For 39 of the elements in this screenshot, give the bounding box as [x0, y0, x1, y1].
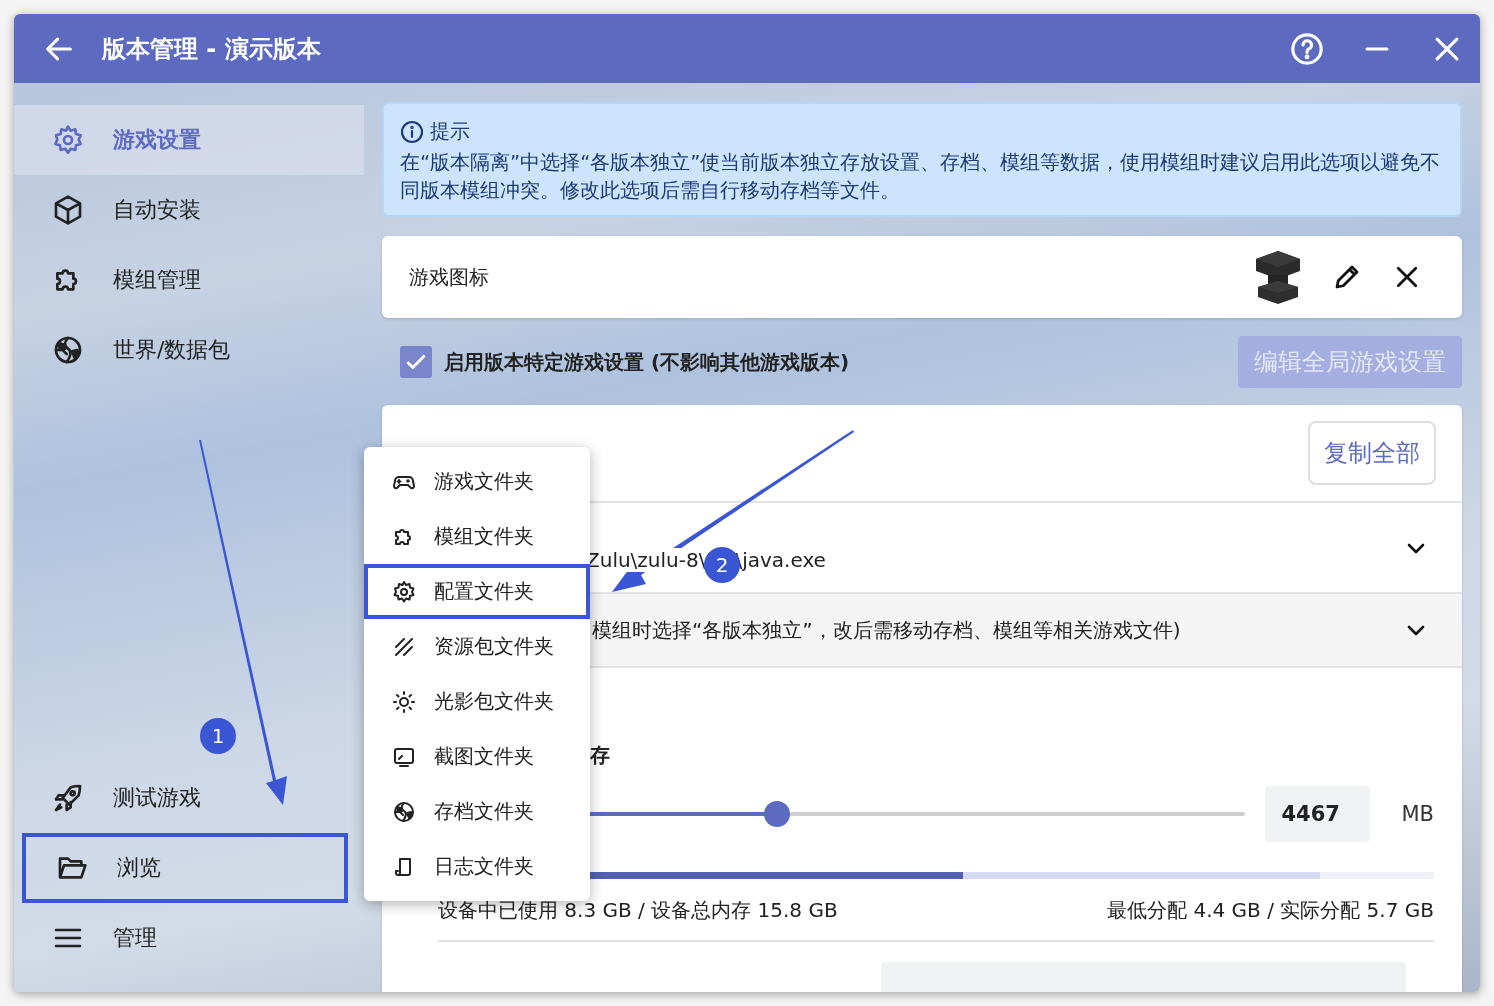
slider-thumb[interactable] [764, 801, 791, 827]
input-field[interactable] [881, 962, 1406, 992]
checkbox-label: 启用版本特定游戏设置 (不影响其他游戏版本) [444, 348, 851, 376]
gear-icon [392, 579, 416, 604]
menu-item[interactable]: 游戏文件夹 [364, 454, 590, 509]
cube-icon [52, 194, 84, 226]
gear-icon [52, 124, 84, 156]
menu-item[interactable]: 资源包文件夹 [364, 619, 590, 674]
memory-input-field[interactable]: 4467 [1265, 786, 1371, 842]
memory-usage-text: 设备中已使用 8.3 GB / 设备总内存 15.8 GB [438, 897, 838, 924]
sun-icon [392, 689, 416, 714]
menu-item[interactable]: 存档文件夹 [364, 784, 590, 839]
sidebar-item[interactable]: 浏览 [22, 833, 348, 903]
sidebar-item[interactable]: 模组管理 [14, 245, 364, 315]
globe-icon [52, 334, 84, 366]
menu-item[interactable]: 模组文件夹 [364, 509, 590, 564]
menu-item[interactable]: 配置文件夹 [364, 564, 590, 619]
globe-icon [392, 799, 416, 824]
sidebar-item[interactable]: 自动安装 [14, 175, 364, 245]
menu-item[interactable]: 日志文件夹 [364, 839, 590, 894]
unit-label: MB [1401, 802, 1434, 826]
copy-all-button[interactable]: 复制全部 [1308, 421, 1436, 485]
checkbox[interactable] [400, 346, 432, 378]
sidebar-item[interactable]: 世界/数据包 [14, 315, 364, 385]
game-icon-label: 游戏图标 [409, 263, 490, 291]
info-icon [400, 119, 424, 144]
help-icon[interactable] [1290, 31, 1324, 66]
rocket-icon [52, 782, 84, 814]
sidebar-item[interactable]: 测试游戏 [14, 763, 364, 833]
section-heading: 存 [590, 742, 610, 766]
anvil-drawing [1254, 249, 1302, 305]
hint-text: 在“版本隔离”中选择“各版本独立”使当前版本独立存放设置、存档、模组等数据，使用模组时建议启用此选项以避免不同版本模组冲突。修改此选项后需自行移动存档等文件。 [400, 150, 1442, 204]
memory-allocation-text: 最低分配 4.4 GB / 实际分配 5.7 GB [1107, 897, 1434, 924]
window-title: 版本管理 - 演示版本 [102, 33, 322, 65]
sidebar-item[interactable]: 管理 [14, 903, 364, 973]
row-text: 模组时选择“各版本独立”，改后需移动存档、模组等相关游戏文件) [592, 617, 1181, 642]
menu-item[interactable]: 截图文件夹 [364, 729, 590, 784]
menu-item[interactable]: 光影包文件夹 [364, 674, 590, 729]
hint-title: 提示 [430, 118, 470, 145]
